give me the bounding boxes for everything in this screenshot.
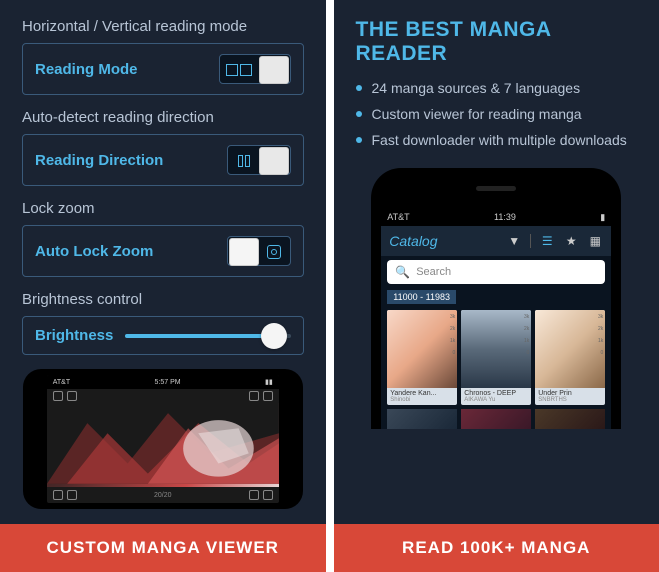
viewer-grid-icon [67, 391, 77, 401]
bullet-icon [356, 85, 362, 91]
manga-card[interactable] [387, 409, 457, 429]
manga-card[interactable] [535, 409, 605, 429]
reading-direction-label: Reading Direction [35, 152, 163, 169]
favorite-icon[interactable]: ★ [563, 233, 579, 249]
search-icon: 🔍 [395, 265, 410, 279]
manga-cover: 3k2k1k0 [387, 310, 457, 388]
feature-item: Fast downloader with multiple downloads [356, 132, 638, 148]
manga-grid: 3k2k1k0 Yandere Kan... Shinobi 3k2k1k0 C… [381, 310, 611, 405]
reading-mode-label: Reading Mode [35, 61, 138, 78]
auto-lock-zoom-label: Auto Lock Zoom [35, 243, 153, 260]
catalog-navbar: Catalog ▼ ☰ ★ ▦ [381, 226, 611, 256]
manga-title: Yandere Kan... [387, 388, 457, 397]
manga-card[interactable]: 3k2k1k0 Yandere Kan... Shinobi [387, 310, 457, 405]
manga-card[interactable]: 3k2k1k0 Under Prin SNBRTHS [535, 310, 605, 405]
toggle-knob [229, 238, 259, 266]
manga-cover: 3k2k1k0 [535, 310, 605, 388]
time-label: 5:57 PM [155, 379, 181, 386]
brightness-label: Brightness [35, 327, 113, 344]
toggle-knob [259, 56, 289, 84]
brightness-section-label: Brightness control [22, 291, 304, 308]
phone-preview-portrait: AT&T 11:39 ▮ Catalog ▼ ☰ ★ ▦ 🔍 Search 11… [371, 168, 621, 429]
last-page-icon [263, 490, 273, 500]
manga-cover: 3k2k1k0 [461, 310, 531, 388]
carrier-label: AT&T [387, 212, 409, 222]
reading-mode-toggle[interactable] [219, 54, 291, 84]
right-footer-banner: READ 100K+ MANGA [334, 524, 659, 572]
manga-author: AIKAWA Yu [461, 397, 531, 405]
zoom-section-label: Lock zoom [22, 200, 304, 217]
viewer-list-icon [263, 391, 273, 401]
library-icon[interactable]: ▦ [587, 233, 603, 249]
bullet-icon [356, 111, 362, 117]
nav-title: Catalog [389, 233, 498, 249]
battery-icon: ▮▮ [265, 378, 273, 386]
brightness-slider[interactable] [125, 334, 290, 338]
search-bar[interactable]: 🔍 Search [387, 260, 605, 284]
reading-mode-row: Reading Mode [22, 43, 304, 95]
left-footer-banner: CUSTOM MANGA VIEWER [0, 524, 326, 572]
viewer-settings-icon [249, 391, 259, 401]
mode-section-label: Horizontal / Vertical reading mode [22, 18, 304, 35]
auto-lock-zoom-toggle[interactable] [227, 236, 291, 266]
dropdown-icon[interactable]: ▼ [506, 233, 522, 249]
feature-item: Custom viewer for reading manga [356, 106, 638, 122]
phone-preview-landscape: AT&T 5:57 PM ▮▮ [23, 369, 303, 509]
direction-section-label: Auto-detect reading direction [22, 109, 304, 126]
feature-item: 24 manga sources & 7 languages [356, 80, 638, 96]
next-page-icon [249, 490, 259, 500]
manga-grid-row2 [381, 409, 611, 429]
manga-card[interactable]: 3k2k1k0 Chronos - DEEP AIKAWA Yu [461, 310, 531, 405]
reading-direction-toggle[interactable] [227, 145, 291, 175]
reading-direction-row: Reading Direction [22, 134, 304, 186]
manga-author: Shinobi [387, 397, 457, 405]
battery-icon: ▮ [600, 212, 605, 223]
list-view-icon[interactable]: ☰ [539, 233, 555, 249]
left-panel: Horizontal / Vertical reading mode Readi… [0, 0, 326, 572]
headline: THE BEST MANGA READER [356, 18, 638, 66]
zoom-circle-icon [267, 245, 281, 259]
nav-divider [530, 234, 531, 248]
phone-speaker [476, 186, 516, 191]
manga-title: Under Prin [535, 388, 605, 397]
direction-split-icon [238, 155, 250, 167]
manga-card[interactable] [461, 409, 531, 429]
viewer-menu-icon [53, 391, 63, 401]
right-panel: THE BEST MANGA READER 24 manga sources &… [334, 0, 659, 572]
range-badge: 11000 - 11983 [387, 290, 456, 304]
search-placeholder: Search [416, 266, 451, 278]
manga-page-image [47, 403, 279, 487]
manga-author: SNBRTHS [535, 397, 605, 405]
auto-lock-zoom-row: Auto Lock Zoom [22, 225, 304, 277]
time-label: 11:39 [494, 212, 516, 222]
manga-title: Chronos - DEEP [461, 388, 531, 397]
first-page-icon [53, 490, 63, 500]
slider-thumb[interactable] [261, 323, 287, 349]
page-progress: 20/20 [154, 492, 172, 499]
toggle-knob [259, 147, 289, 175]
bullet-icon [356, 137, 362, 143]
feature-list: 24 manga sources & 7 languages Custom vi… [356, 80, 638, 148]
mode-horizontal-icon [226, 64, 252, 76]
prev-page-icon [67, 490, 77, 500]
brightness-row: Brightness [22, 316, 304, 355]
carrier-label: AT&T [53, 379, 70, 386]
